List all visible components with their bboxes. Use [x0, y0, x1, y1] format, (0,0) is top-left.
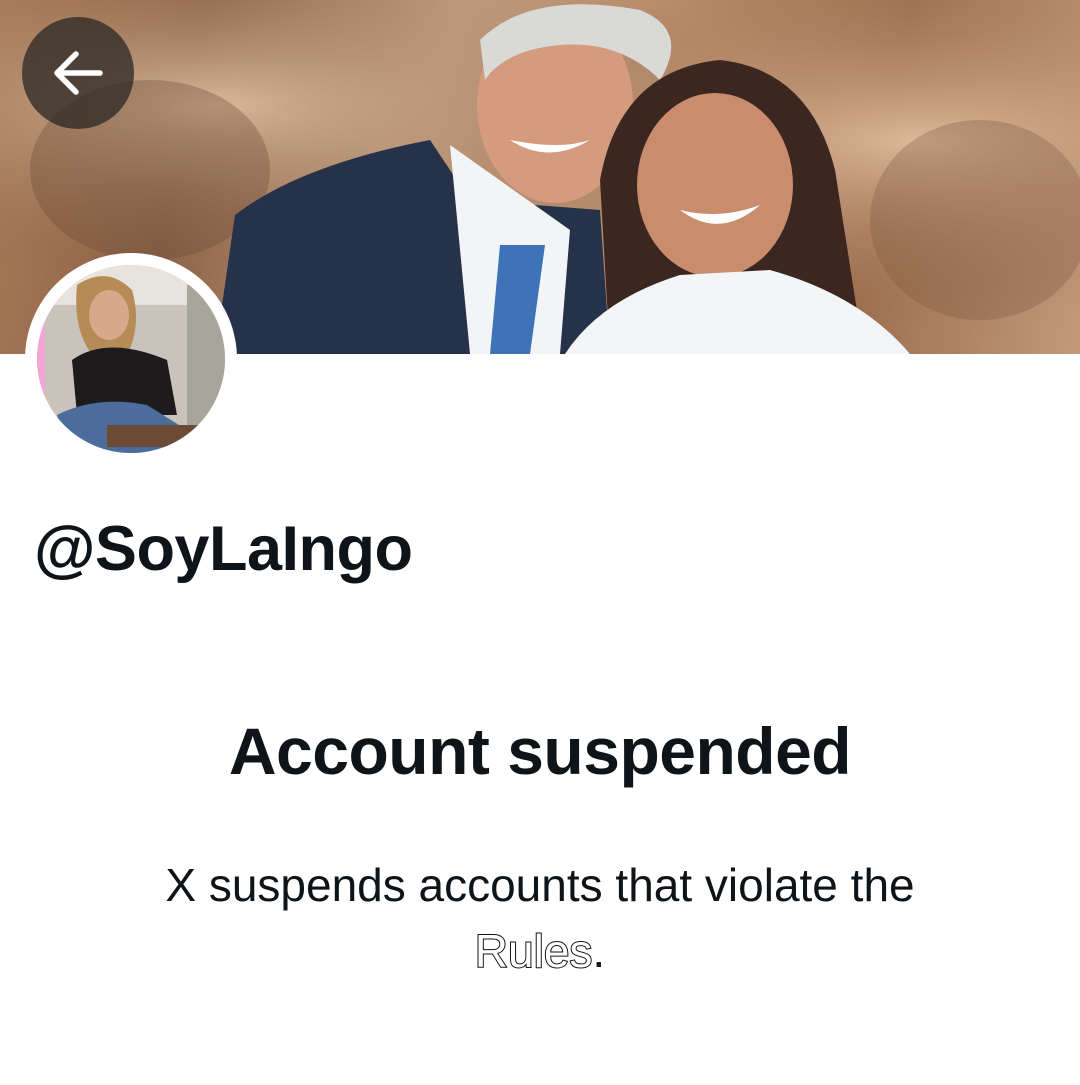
rules-link[interactable]: Rules: [474, 924, 594, 978]
avatar: [37, 265, 225, 453]
suspension-title: Account suspended: [228, 714, 852, 788]
suspension-message-text: X suspends accounts that violate the: [165, 859, 915, 911]
profile-photo: [37, 265, 225, 453]
suspension-message-period: .: [592, 925, 606, 977]
suspension-message: X suspends accounts that violate the Rul…: [110, 852, 970, 984]
avatar-frame[interactable]: [25, 253, 237, 465]
back-button[interactable]: [22, 17, 134, 129]
profile-handle: @SoyLaIngo: [34, 514, 413, 584]
arrow-left-icon: [54, 51, 103, 95]
